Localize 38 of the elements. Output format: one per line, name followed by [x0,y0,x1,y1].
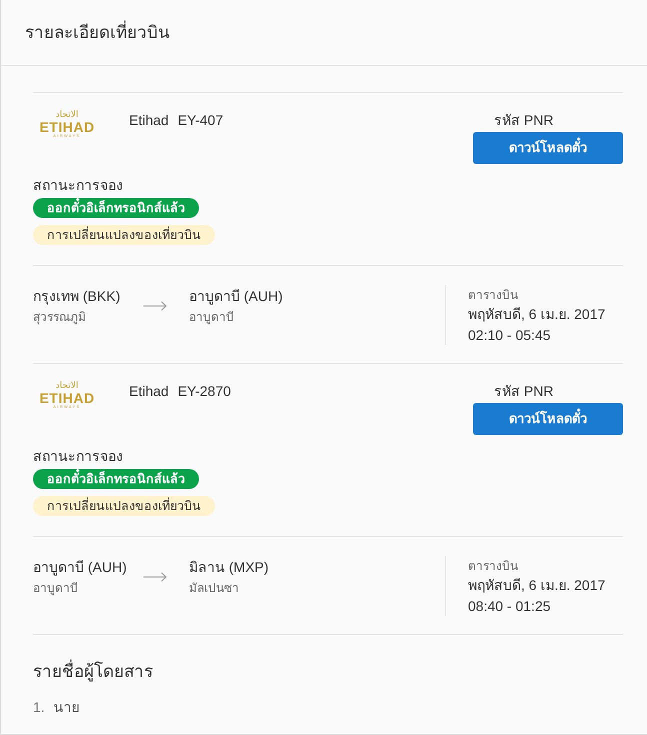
origin-airport: อาบูดาบี [33,580,79,596]
passengers-title: รายชื่อผู้โดยสาร [33,661,153,683]
flight-number: EY-407 [178,111,224,129]
status-label: สถานะการจอง [33,176,123,194]
flight-number: EY-2870 [178,382,231,400]
download-ticket-button[interactable]: ดาวน์โหลดตั๋ว [473,403,623,435]
status-badge: การเปลี่ยนแปลงของเที่ยวบิน [33,496,215,516]
download-ticket-button[interactable]: ดาวน์โหลดตั๋ว [473,132,623,164]
origin-city: กรุงเทพ (BKK) [33,287,122,305]
passenger-number: 1. [33,698,45,716]
flight-date: พฤหัสบดี, 6 เม.ย. 2017 [468,576,606,594]
status-badge: ออกตั๋วอิเล็กทรอนิกส์แล้ว [33,198,199,218]
status-badge: ออกตั๋วอิเล็กทรอนิกส์แล้ว [33,469,199,489]
flight-date: พฤหัสบดี, 6 เม.ย. 2017 [468,305,606,323]
destination-city: มิลาน (MXP) [189,558,269,576]
schedule-label: ตารางบิน [468,287,519,303]
airline-name: Etihad [129,382,169,400]
status-badge: การเปลี่ยนแปลงของเที่ยวบิน [33,225,215,245]
pnr-label: รหัส PNR [493,111,554,129]
arrow-icon [143,572,167,582]
destination-airport: อาบูดาบี [189,309,235,325]
arrow-icon [143,301,167,311]
flight-time: 02:10 - 05:45 [468,326,552,344]
origin-city: อาบูดาบี (AUH) [33,558,128,576]
pnr-label: รหัส PNR [493,382,554,400]
status-label: สถานะการจอง [33,447,123,465]
passenger-name: นาย [54,698,80,716]
schedule-label: ตารางบิน [468,558,519,574]
logo-arabic-text: الاتحاد [56,110,78,120]
origin-airport: สุวรรณภูมิ [33,309,87,325]
flight-time: 08:40 - 01:25 [468,597,552,615]
logo-wordmark: ETIHAD [39,391,95,405]
logo-wordmark: ETIHAD [39,120,95,134]
destination-airport: มัลเปนซา [189,580,240,596]
destination-city: อาบูดาบี (AUH) [189,287,283,305]
page-title: รายละเอียดเที่ยวบิน [25,22,170,44]
logo-arabic-text: الاتحاد [56,381,78,391]
airline-name: Etihad [129,111,169,129]
